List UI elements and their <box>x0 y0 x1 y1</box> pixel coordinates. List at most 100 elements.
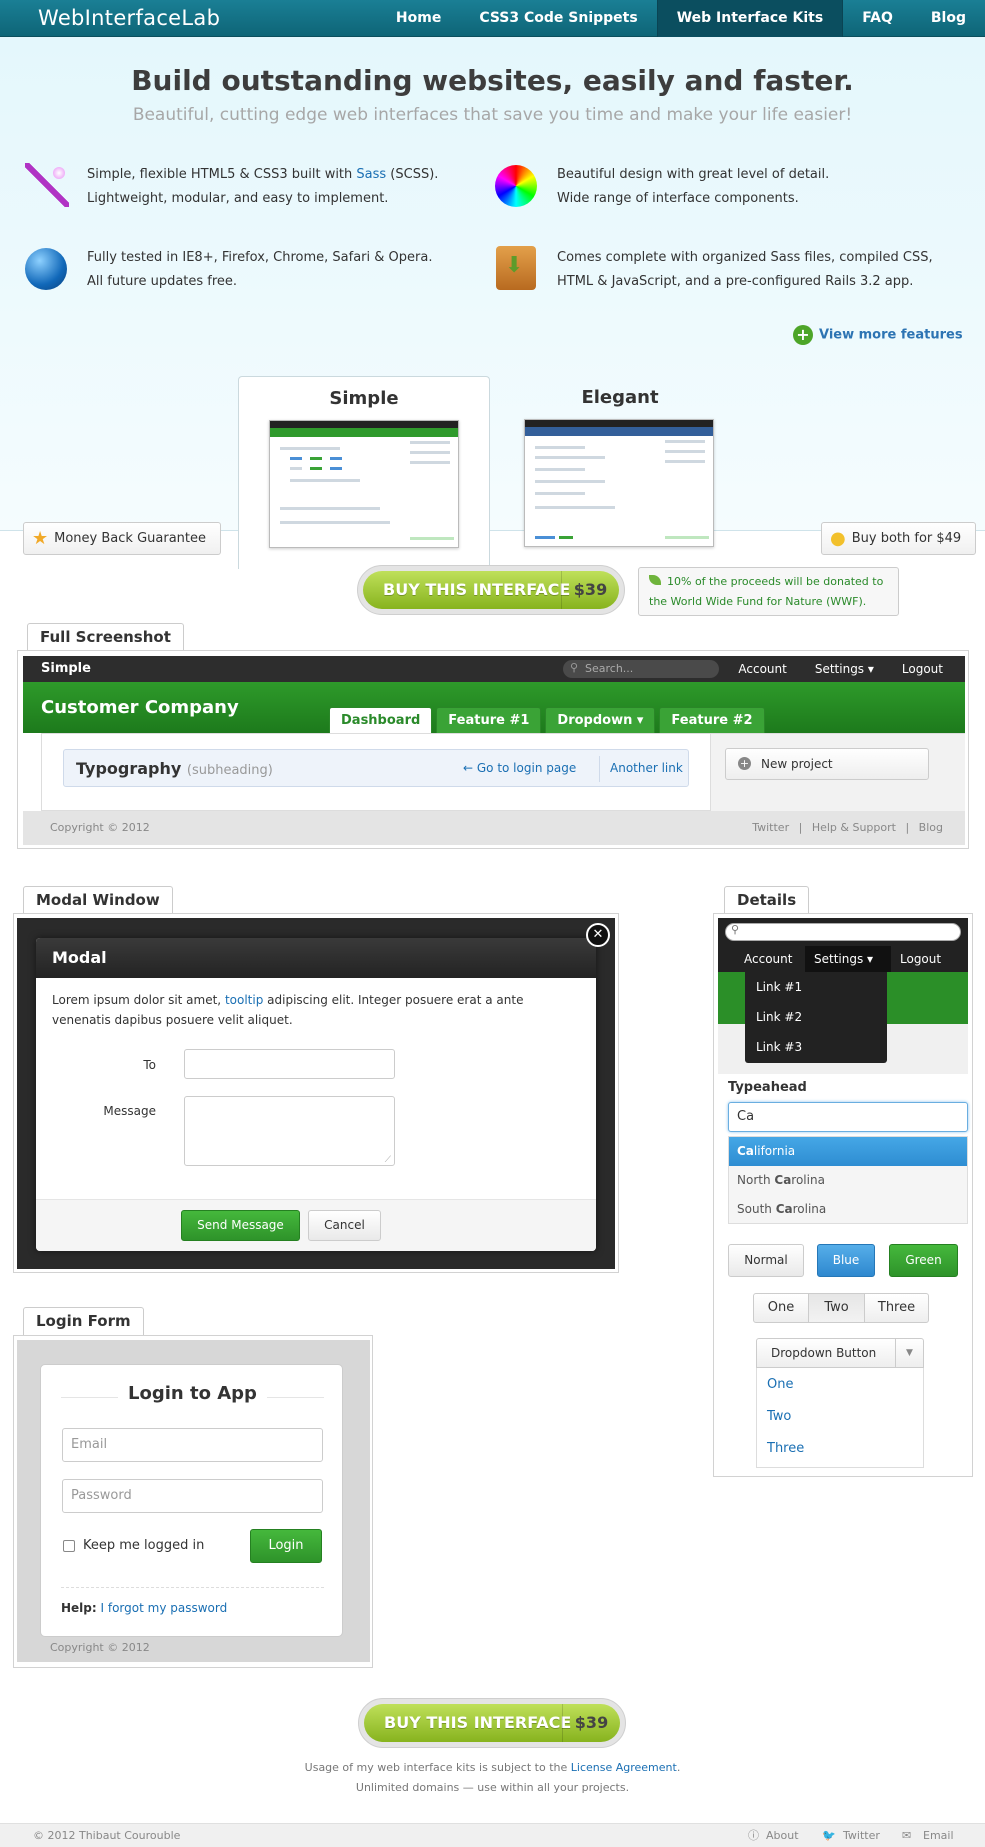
details-nav-settings[interactable]: Settings ▾ <box>814 946 873 972</box>
menu-link-1[interactable]: Link #1 <box>756 980 802 994</box>
tab-dashboard[interactable]: Dashboard <box>329 707 433 733</box>
cancel-button[interactable]: Cancel <box>308 1210 381 1241</box>
license-agreement-link[interactable]: License Agreement <box>571 1761 677 1774</box>
info-icon: ⓘ <box>748 1829 759 1842</box>
footer-twitter-link[interactable]: Twitter <box>752 821 789 834</box>
footer-blog-link[interactable]: Blog <box>919 821 943 834</box>
feature-text: Beautiful design with great level of det… <box>557 167 830 182</box>
caret-down-icon[interactable]: ▼ <box>895 1339 923 1367</box>
view-more-features-label: View more features <box>819 327 963 343</box>
elegant-preview-thumbnail[interactable] <box>524 419 714 547</box>
typeahead-label: Typeahead <box>728 1080 807 1095</box>
dropdown-item-three[interactable]: Three <box>767 1441 804 1456</box>
sass-link[interactable]: Sass <box>356 167 386 182</box>
section-tab-details[interactable]: Details <box>724 886 810 914</box>
hero-subtitle: Beautiful, cutting edge web interfaces t… <box>132 105 853 125</box>
site-logo[interactable]: WebInterfaceLab <box>38 6 220 30</box>
demo-nav-settings[interactable]: Settings ▾ <box>815 656 874 682</box>
green-button[interactable]: Green <box>889 1244 958 1277</box>
tab-feature-1[interactable]: Feature #1 <box>436 707 542 733</box>
demo-nav-logout[interactable]: Logout <box>902 656 943 682</box>
nav-blog[interactable]: Blog <box>912 0 985 37</box>
modal-title: Modal <box>36 938 596 978</box>
suggestion-south-carolina[interactable]: South Carolina <box>729 1195 967 1224</box>
nav-faq[interactable]: FAQ <box>843 0 912 37</box>
money-back-guarantee-badge[interactable]: ★ Money Back Guarantee <box>23 522 221 555</box>
tab-feature-2[interactable]: Feature #2 <box>659 707 765 733</box>
footer-twitter-link[interactable]: Twitter <box>843 1824 880 1847</box>
menu-link-3[interactable]: Link #3 <box>756 1040 802 1054</box>
keep-logged-in-checkbox[interactable] <box>63 1540 75 1552</box>
package-box-icon <box>496 246 536 290</box>
another-link[interactable]: Another link <box>610 761 683 775</box>
demo-nav: Account Settings ▾ Logout <box>738 656 943 682</box>
demo-content: Typography (subheading) ← Go to login pa… <box>41 733 965 812</box>
details-nav-account[interactable]: Account <box>744 946 792 972</box>
section-tab-full-screenshot[interactable]: Full Screenshot <box>27 623 184 651</box>
dropdown-item-two[interactable]: Two <box>767 1409 791 1424</box>
section-tab-login-form[interactable]: Login Form <box>23 1307 144 1335</box>
feature-text: Fully tested in IE8+, Firefox, Chrome, S… <box>87 250 433 265</box>
tab-simple-label: Simple <box>329 388 399 409</box>
login-page-link[interactable]: ← Go to login page <box>463 761 576 775</box>
feature-browsers: Fully tested in IE8+, Firefox, Chrome, S… <box>25 246 517 294</box>
suggestion-north-carolina[interactable]: North Carolina <box>729 1166 967 1195</box>
dropdown-button[interactable]: Dropdown Button ▼ <box>756 1338 924 1368</box>
lightbulb-icon: ● <box>830 528 846 549</box>
nav-css3-snippets[interactable]: CSS3 Code Snippets <box>460 0 656 37</box>
menu-link-2[interactable]: Link #2 <box>756 1010 802 1024</box>
segment-two[interactable]: Two <box>808 1293 865 1323</box>
tooltip-link[interactable]: tooltip <box>225 993 263 1007</box>
buy-both-button[interactable]: ● Buy both for $49 <box>821 522 977 555</box>
nav-home[interactable]: Home <box>377 0 460 37</box>
dropdown-label: Dropdown Button <box>771 1346 877 1360</box>
buy-interface-button-bottom[interactable]: BUY THIS INTERFACE $39 <box>358 1698 626 1748</box>
donation-text: 10% of the proceeds will be donated to t… <box>649 575 884 608</box>
demo-search-input[interactable]: ⚲ Search... <box>563 660 719 678</box>
normal-button[interactable]: Normal <box>728 1244 804 1277</box>
dropdown-item-one[interactable]: One <box>767 1377 793 1392</box>
footer-help-link[interactable]: Help & Support <box>812 821 896 834</box>
page-footer: © 2012 Thibaut Courouble ⓘ About 🐦 Twitt… <box>0 1823 985 1847</box>
typeahead-input[interactable]: Ca <box>728 1102 968 1132</box>
tab-dropdown[interactable]: Dropdown ▾ <box>545 707 656 733</box>
globe-icon <box>25 248 67 290</box>
buy-interface-button[interactable]: BUY THIS INTERFACE $39 <box>357 565 625 615</box>
message-label: Message <box>103 1104 156 1118</box>
dropdown-menu: One Two Three <box>756 1368 924 1468</box>
send-message-button[interactable]: Send Message <box>181 1210 300 1241</box>
details-nav: Account Settings ▾ Logout <box>718 946 968 972</box>
details-search-input[interactable]: ⚲ <box>725 923 961 941</box>
details-nav-logout[interactable]: Logout <box>900 946 941 972</box>
password-input[interactable]: Password <box>62 1479 323 1513</box>
segment-one[interactable]: One <box>753 1293 809 1323</box>
message-textarea[interactable]: ⟋ <box>184 1096 395 1166</box>
forgot-password-link[interactable]: I forgot my password <box>101 1601 228 1615</box>
email-input[interactable]: Email <box>62 1428 323 1462</box>
nav-web-interface-kits[interactable]: Web Interface Kits <box>656 0 844 37</box>
login-button[interactable]: Login <box>250 1529 322 1563</box>
section-tab-modal-window[interactable]: Modal Window <box>23 886 173 914</box>
tab-simple[interactable]: Simple <box>238 376 490 569</box>
resize-handle-icon[interactable]: ⟋ <box>385 1155 391 1165</box>
tab-elegant[interactable]: Elegant <box>494 376 746 569</box>
footer-email-link[interactable]: Email <box>923 1824 954 1847</box>
color-wheel-icon <box>495 165 537 207</box>
footer-about-link[interactable]: About <box>766 1824 799 1847</box>
feature-text: All future updates free. <box>87 274 238 289</box>
top-navbar: WebInterfaceLab Home CSS3 Code Snippets … <box>0 0 985 37</box>
demo-brand[interactable]: Simple <box>41 656 91 682</box>
segment-three[interactable]: Three <box>864 1293 929 1323</box>
blue-button[interactable]: Blue <box>817 1244 875 1277</box>
demo-nav-account[interactable]: Account <box>738 656 786 682</box>
suggestion-california[interactable]: California <box>729 1137 967 1166</box>
modal-dialog: Modal Lorem ipsum dolor sit amet, toolti… <box>36 938 596 1251</box>
view-more-features-link[interactable]: + View more features <box>793 325 963 345</box>
to-input[interactable] <box>184 1049 395 1079</box>
modal-footer: Send Message Cancel <box>36 1199 596 1251</box>
modal-close-icon[interactable]: ✕ <box>586 923 610 947</box>
domains-note: Unlimited domains — use within all your … <box>355 1781 630 1794</box>
simple-preview-thumbnail[interactable] <box>269 420 459 548</box>
to-label: To <box>143 1058 156 1072</box>
new-project-button[interactable]: New project <box>725 748 929 780</box>
